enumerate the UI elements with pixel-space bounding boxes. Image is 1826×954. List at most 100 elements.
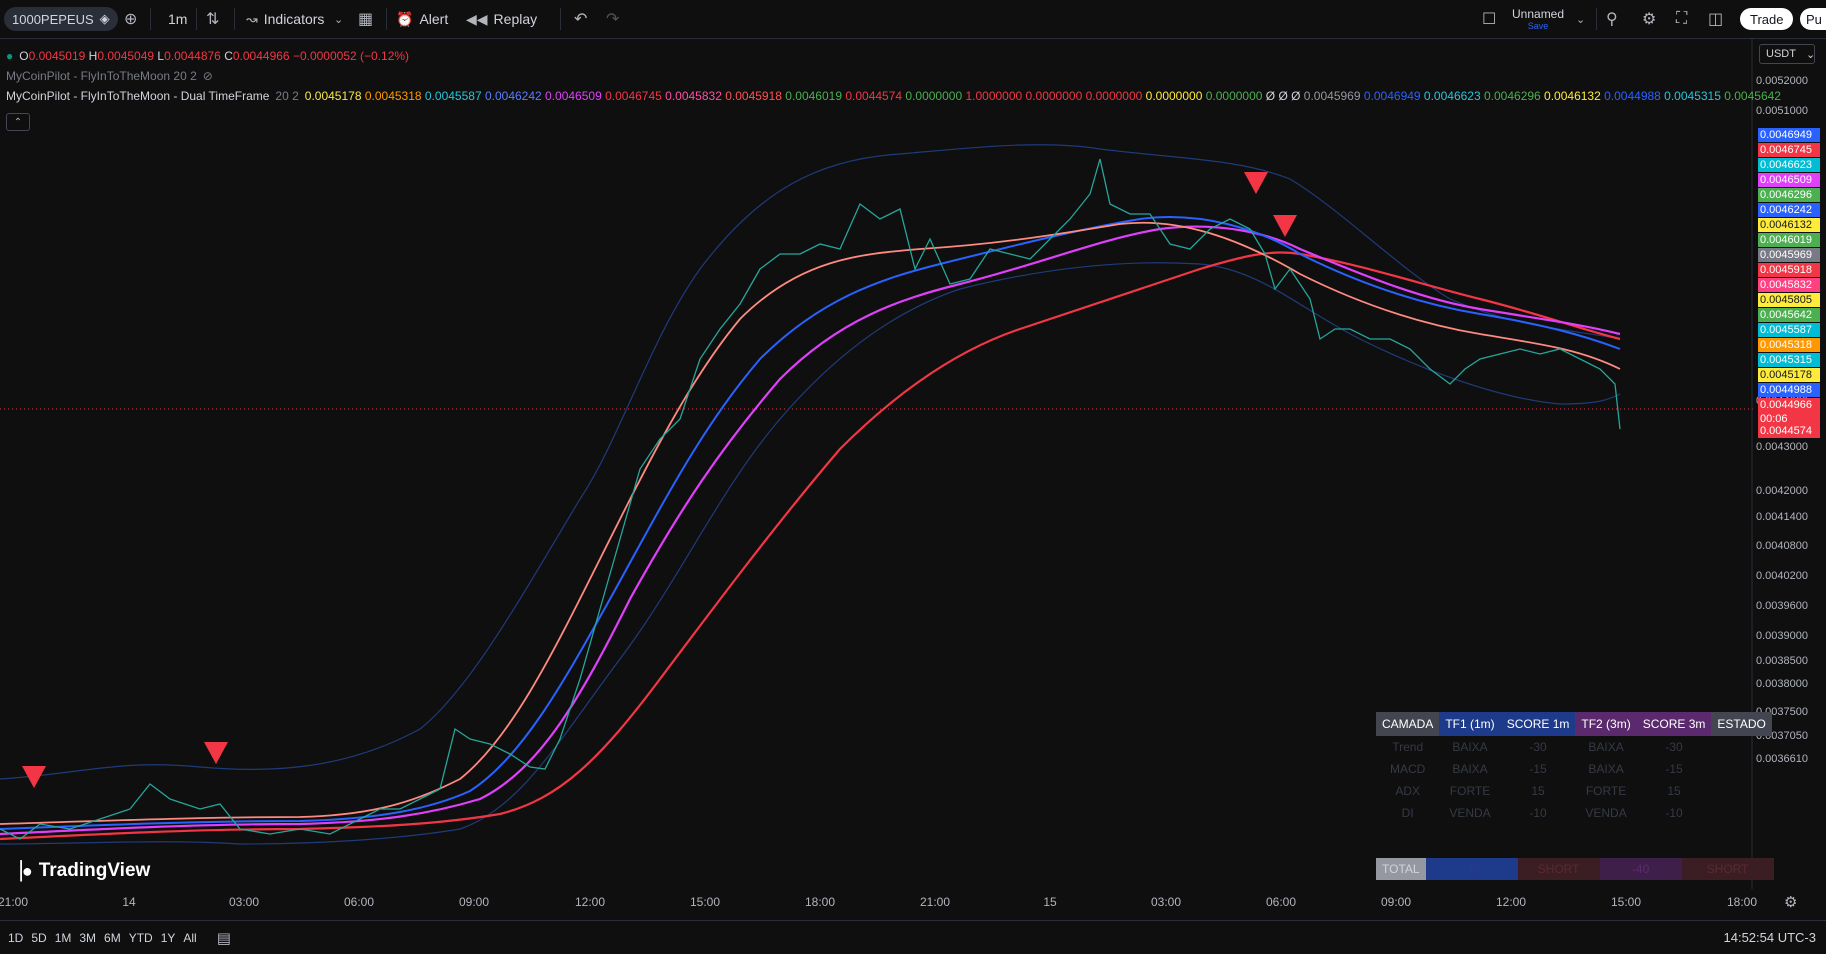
- chevron-up-icon: ⌃: [13, 116, 23, 128]
- time-axis[interactable]: 21:00 14 03:00 06:00 09:00 12:00 15:00 18:00 21:…: [0, 889, 1757, 917]
- quick-search-icon[interactable]: ⚲: [1606, 0, 1618, 38]
- tradingview-wordmark: TradingView: [38, 860, 151, 881]
- replay-button[interactable]: ◀◀ Replay: [466, 0, 537, 38]
- indicator-value: 0.0000000: [905, 89, 966, 103]
- bottom-toolbar: 1D 5D 1M 3M 6M YTD 1Y All ▤ 14:52:54 UTC-3: [0, 920, 1826, 954]
- candle-style-icon[interactable]: ⇅: [206, 0, 219, 38]
- price-tag: 0.0046623: [1758, 158, 1820, 172]
- score-table-cell: MACD: [1390, 762, 1426, 776]
- score-table-row: ADX FORTE 15 FORTE 15: [1376, 780, 1772, 802]
- tradingview-logo[interactable]: ▕● TradingView: [8, 860, 150, 882]
- time-axis-label: 12:00: [1495, 895, 1527, 909]
- rewind-icon: ◀◀: [466, 10, 488, 27]
- indicator-2-params: 20 2: [275, 89, 299, 103]
- layout-checkbox-icon[interactable]: ☐: [1482, 0, 1496, 38]
- layouts-grid-icon[interactable]: ▦: [358, 0, 373, 38]
- indicator-value: 0.0046623: [1423, 89, 1484, 103]
- score-table-cell: BAIXA: [1588, 740, 1624, 754]
- score-table-cell: BAIXA: [1452, 762, 1488, 776]
- indicator-row-2[interactable]: MyCoinPilot - FlyInToTheMoon - Dual Time…: [6, 86, 1781, 106]
- score-table-cell: BAIXA: [1452, 740, 1488, 754]
- price-tag: 0.0046132: [1758, 218, 1820, 232]
- indicator-value: 0.0044574: [845, 89, 906, 103]
- score-table-cell: 15: [1667, 784, 1681, 798]
- alarm-clock-icon: ⏰: [396, 10, 414, 27]
- price-level-label: 0.0040200: [1756, 570, 1808, 582]
- range-button[interactable]: 3M: [79, 931, 96, 945]
- divider: [196, 8, 197, 30]
- hidden-eye-icon[interactable]: ⊘: [203, 69, 213, 83]
- collapse-legend-button[interactable]: ⌃: [6, 113, 30, 131]
- price-level-label: 0.0043000: [1756, 441, 1808, 453]
- change-value: −0.0000052 (−0.12%): [292, 49, 410, 63]
- indicator-value: 0.0045918: [725, 89, 786, 103]
- time-axis-label: 14: [122, 895, 136, 909]
- total-table: TOTAL -40 SHORT -40 SHORT: [1376, 858, 1774, 880]
- score-table-header-cell: TF2 (3m): [1575, 712, 1637, 736]
- date-range-icon[interactable]: ▤: [217, 929, 231, 947]
- layout-name-button[interactable]: Unnamed Save: [1512, 0, 1564, 38]
- range-button[interactable]: 5D: [31, 931, 46, 945]
- score-table: CAMADA TF1 (1m) SCORE 1m TF2 (3m) SCORE 3m ES…: [1376, 712, 1772, 824]
- total-score-3m: -40: [1599, 858, 1682, 880]
- interval-button[interactable]: 1m: [168, 0, 187, 38]
- symbol-search-button[interactable]: 1000PEPEUS ◈: [4, 7, 118, 31]
- indicator-row-1[interactable]: MyCoinPilot - FlyInToTheMoon 20 2 ⊘: [6, 66, 1781, 86]
- close-value: 0.0044966: [232, 49, 290, 63]
- indicator-1-label: MyCoinPilot - FlyInToTheMoon 20 2: [6, 69, 197, 83]
- score-table-cell: [1711, 802, 1771, 824]
- range-button[interactable]: 6M: [104, 931, 121, 945]
- layout-name: Unnamed: [1512, 7, 1565, 21]
- price-tag: 0.0045315: [1758, 353, 1820, 367]
- range-button[interactable]: 1D: [8, 931, 23, 945]
- camera-icon[interactable]: ◫: [1708, 0, 1723, 38]
- total-state-3m: SHORT: [1681, 858, 1774, 880]
- open-value: 0.0045019: [28, 49, 86, 63]
- price-level-label: 0.0038500: [1756, 655, 1808, 667]
- chevron-down-icon[interactable]: ⌄: [334, 0, 343, 38]
- price-tag: 0.0045642: [1758, 308, 1820, 322]
- indicator-value: 0.0000000: [1025, 89, 1086, 103]
- price-tag: 0.0046296: [1758, 188, 1820, 202]
- redo-icon[interactable]: ↷: [606, 0, 619, 38]
- diamond-icon: ◈: [99, 11, 110, 26]
- fullscreen-icon[interactable]: ⛶: [1676, 0, 1687, 38]
- time-axis-label: 03:00: [1150, 895, 1182, 909]
- chevron-down-icon[interactable]: ⌄: [1576, 0, 1585, 38]
- add-symbol-icon[interactable]: ⊕: [124, 0, 137, 38]
- publish-button[interactable]: Pu: [1800, 8, 1826, 30]
- range-button[interactable]: YTD: [129, 931, 153, 945]
- undo-icon[interactable]: ↶: [574, 0, 587, 38]
- score-table-cell: 15: [1531, 784, 1545, 798]
- indicator-value: 0.0045318: [364, 89, 425, 103]
- score-table-row: DI VENDA -10 VENDA -10: [1376, 802, 1772, 824]
- score-table-cell: [1711, 758, 1771, 780]
- price-tag: 0.0046949: [1758, 128, 1820, 142]
- chart-legend: ● O0.0045019 H0.0045049 L0.0044876 C0.00…: [6, 46, 1781, 106]
- layout-save-status: Save: [1527, 21, 1549, 31]
- score-table-cell: VENDA: [1449, 806, 1491, 820]
- range-button[interactable]: 1M: [55, 931, 72, 945]
- upper-band-line: [0, 144, 1621, 780]
- price-level-label: 0.0052000: [1756, 75, 1808, 87]
- score-table-cell: VENDA: [1585, 806, 1627, 820]
- axis-settings-icon[interactable]: ⚙: [1784, 893, 1797, 911]
- divider: [150, 8, 151, 30]
- indicator-value: 0.0044988: [1604, 89, 1665, 103]
- score-table-header: CAMADA TF1 (1m) SCORE 1m TF2 (3m) SCORE 3m ES…: [1376, 712, 1772, 736]
- score-table-cell: FORTE: [1585, 784, 1627, 798]
- clock[interactable]: 14:52:54 UTC-3: [1724, 930, 1817, 945]
- price-tag: 0.0045918: [1758, 263, 1820, 277]
- tradingview-mark-icon: ▕●: [8, 860, 33, 881]
- score-table-header-cell: SCORE 3m: [1636, 712, 1712, 736]
- range-button[interactable]: 1Y: [161, 931, 176, 945]
- price-tag: 0.0046242: [1758, 203, 1820, 217]
- indicators-button[interactable]: ↝ Indicators: [246, 0, 324, 38]
- alert-button[interactable]: ⏰ Alert: [396, 0, 448, 38]
- indicator-value: 1.0000000: [965, 89, 1026, 103]
- price-tag: 0.0045832: [1758, 278, 1820, 292]
- settings-gear-icon[interactable]: ⚙: [1642, 0, 1656, 38]
- trade-button[interactable]: Trade: [1740, 8, 1794, 30]
- range-button[interactable]: All: [183, 931, 196, 945]
- indicator-value: 0.0046296: [1483, 89, 1545, 103]
